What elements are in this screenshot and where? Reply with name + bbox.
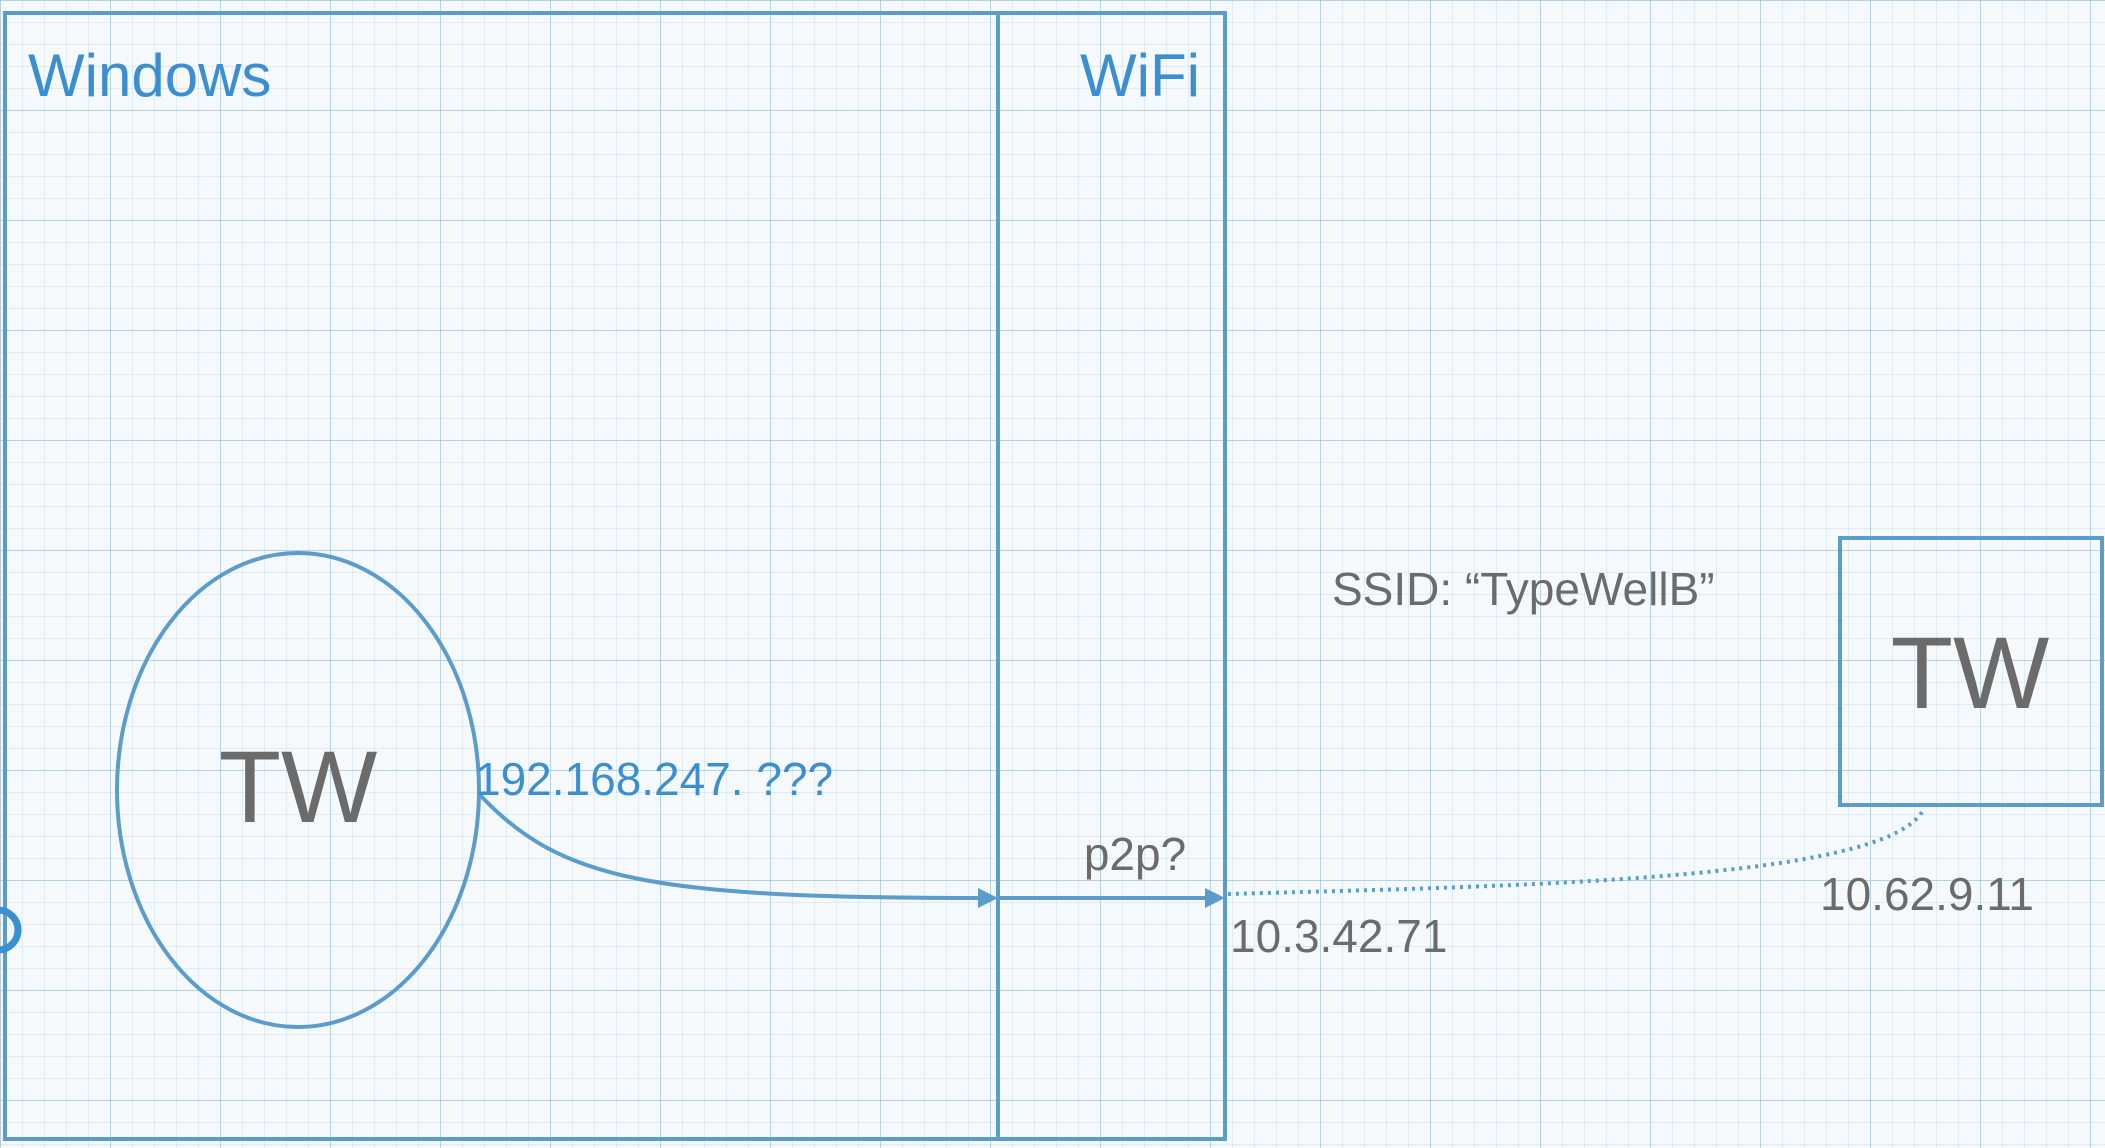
remote-tw-label: TW <box>1891 616 2050 730</box>
local-ip-label: 192.168.247. ??? <box>475 753 833 805</box>
wireless-link-connector <box>1227 810 1924 896</box>
local-to-wifi-connector <box>478 793 981 900</box>
windows-box <box>3 11 1000 1141</box>
wifi-label: WiFi <box>1080 42 1200 109</box>
wifi-exit-arrowhead <box>1205 888 1225 908</box>
wifi-ip-label: 10.3.42.71 <box>1230 910 1447 962</box>
ssid-label: SSID: “TypeWellB” <box>1332 563 1715 615</box>
wifi-box <box>996 11 1227 1141</box>
windows-label: Windows <box>28 42 271 109</box>
remote-ip-label: 10.62.9.11 <box>1820 868 2034 920</box>
offscreen-connector-icon <box>0 906 22 954</box>
network-diagram: Windows WiFi TW TW 192.168.247. ??? p2p?… <box>0 11 2104 1141</box>
p2p-label: p2p? <box>1084 828 1186 880</box>
local-tw-label: TW <box>219 730 378 844</box>
wifi-entry-arrowhead <box>978 888 998 908</box>
